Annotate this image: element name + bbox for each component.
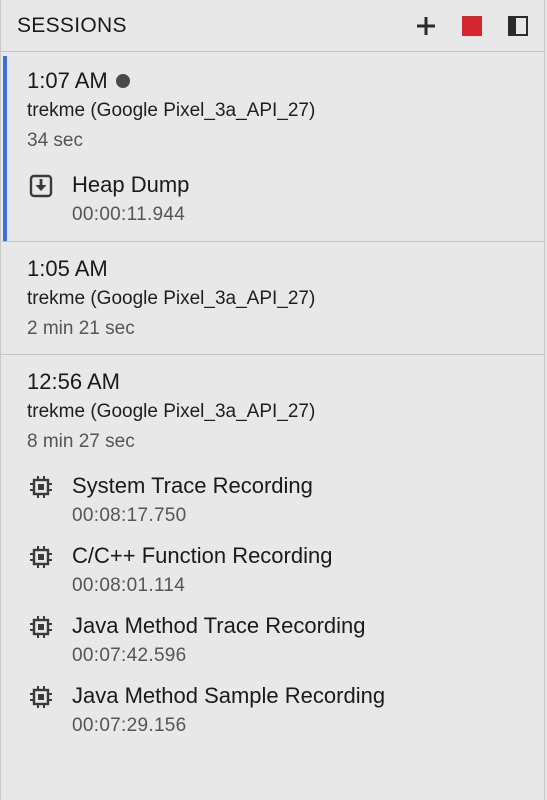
session-item[interactable]: 1:07 AM trekme (Google Pixel_3a_API_27) … xyxy=(1,52,544,242)
session-item[interactable]: 1:05 AM trekme (Google Pixel_3a_API_27) … xyxy=(1,242,544,355)
session-duration: 34 sec xyxy=(27,130,83,151)
session-time: 1:05 AM xyxy=(27,254,528,284)
session-device: trekme (Google Pixel_3a_API_27) xyxy=(27,288,316,309)
artifact-name: Heap Dump xyxy=(72,172,190,197)
heap-dump-icon xyxy=(27,172,55,200)
cpu-recording-icon xyxy=(27,683,55,711)
artifact-name: Java Method Sample Recording xyxy=(72,683,386,708)
session-item[interactable]: 12:56 AM trekme (Google Pixel_3a_API_27)… xyxy=(1,355,544,795)
artifact-item[interactable]: System Trace Recording 00:08:17.750 xyxy=(27,471,528,531)
artifact-time: 00:00:11.944 xyxy=(72,204,186,225)
artifact-name: C/C++ Function Recording xyxy=(72,543,333,568)
session-duration: 8 min 27 sec xyxy=(27,431,135,452)
stop-icon[interactable] xyxy=(460,14,484,38)
session-time-label: 12:56 AM xyxy=(27,369,120,394)
artifact-time: 00:07:42.596 xyxy=(72,645,187,666)
session-duration: 2 min 21 sec xyxy=(27,318,135,339)
session-device: trekme (Google Pixel_3a_API_27) xyxy=(27,100,316,121)
header-actions xyxy=(414,14,530,38)
session-time: 12:56 AM xyxy=(27,367,528,397)
cpu-recording-icon xyxy=(27,543,55,571)
plus-icon[interactable] xyxy=(414,14,438,38)
panel-toggle-icon[interactable] xyxy=(506,14,530,38)
artifact-item[interactable]: C/C++ Function Recording 00:08:01.114 xyxy=(27,541,528,601)
session-time-label: 1:05 AM xyxy=(27,256,108,281)
live-indicator-icon xyxy=(115,74,130,88)
session-time-label: 1:07 AM xyxy=(27,68,108,93)
session-time: 1:07 AM xyxy=(27,66,528,96)
artifact-name: System Trace Recording xyxy=(72,473,313,498)
artifact-item[interactable]: Java Method Sample Recording 00:07:29.15… xyxy=(27,681,528,741)
cpu-recording-icon xyxy=(27,613,55,641)
sessions-panel: SESSIONS 1:07 AM trekme (Google Pixel_3a… xyxy=(0,0,545,800)
artifact-time: 00:08:01.114 xyxy=(72,575,186,596)
artifact-item[interactable]: Java Method Trace Recording 00:07:42.596 xyxy=(27,611,528,671)
session-device: trekme (Google Pixel_3a_API_27) xyxy=(27,401,316,422)
artifact-name: Java Method Trace Recording xyxy=(72,613,366,638)
artifact-time: 00:07:29.156 xyxy=(72,715,187,736)
artifact-time: 00:08:17.750 xyxy=(72,505,187,526)
sessions-header: SESSIONS xyxy=(1,0,544,52)
artifact-item[interactable]: Heap Dump 00:00:11.944 xyxy=(27,170,528,230)
panel-title: SESSIONS xyxy=(17,13,127,37)
cpu-recording-icon xyxy=(27,473,55,501)
